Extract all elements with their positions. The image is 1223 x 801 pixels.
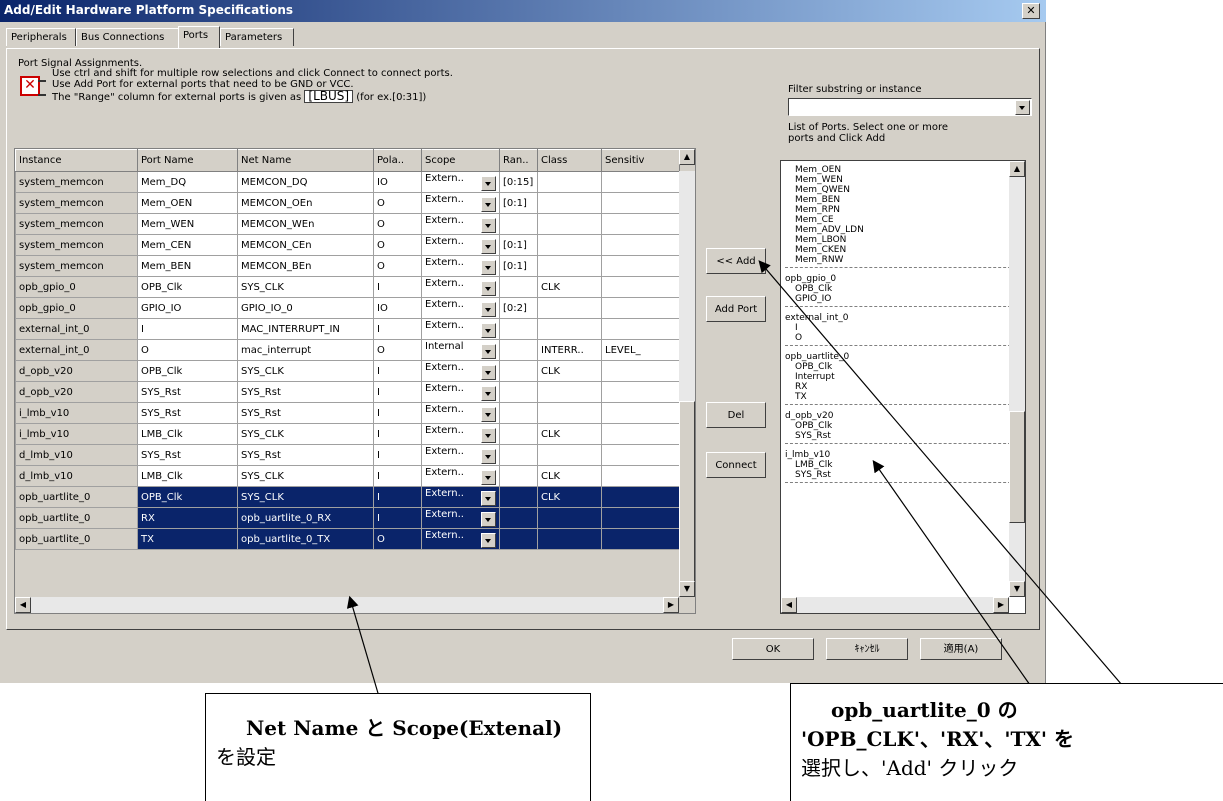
- arrow-to-uartlite-ports: [872, 460, 1031, 686]
- callout-right-line1: opb_uartlite_0 の: [831, 698, 1018, 722]
- tab-ports[interactable]: Ports: [178, 26, 220, 48]
- annotation-arrows: [346, 260, 1123, 701]
- arrow-to-add-button: [758, 260, 1123, 686]
- callout-net-name: Net Name と Scope(Extenal) を設定: [205, 693, 591, 801]
- callout-left-line1: Net Name と Scope(Extenal): [246, 716, 563, 740]
- callout-right-line3: 選択し、'Add' クリック: [801, 756, 1019, 780]
- callout-left-line2: を設定: [216, 745, 276, 769]
- callout-uartlite: opb_uartlite_0 の 'OPB_CLK'、'RX'、'TX' を 選…: [790, 683, 1223, 801]
- callout-right-line2: 'OPB_CLK'、'RX'、'TX' を: [801, 727, 1074, 751]
- arrow-to-net-name: [346, 595, 381, 701]
